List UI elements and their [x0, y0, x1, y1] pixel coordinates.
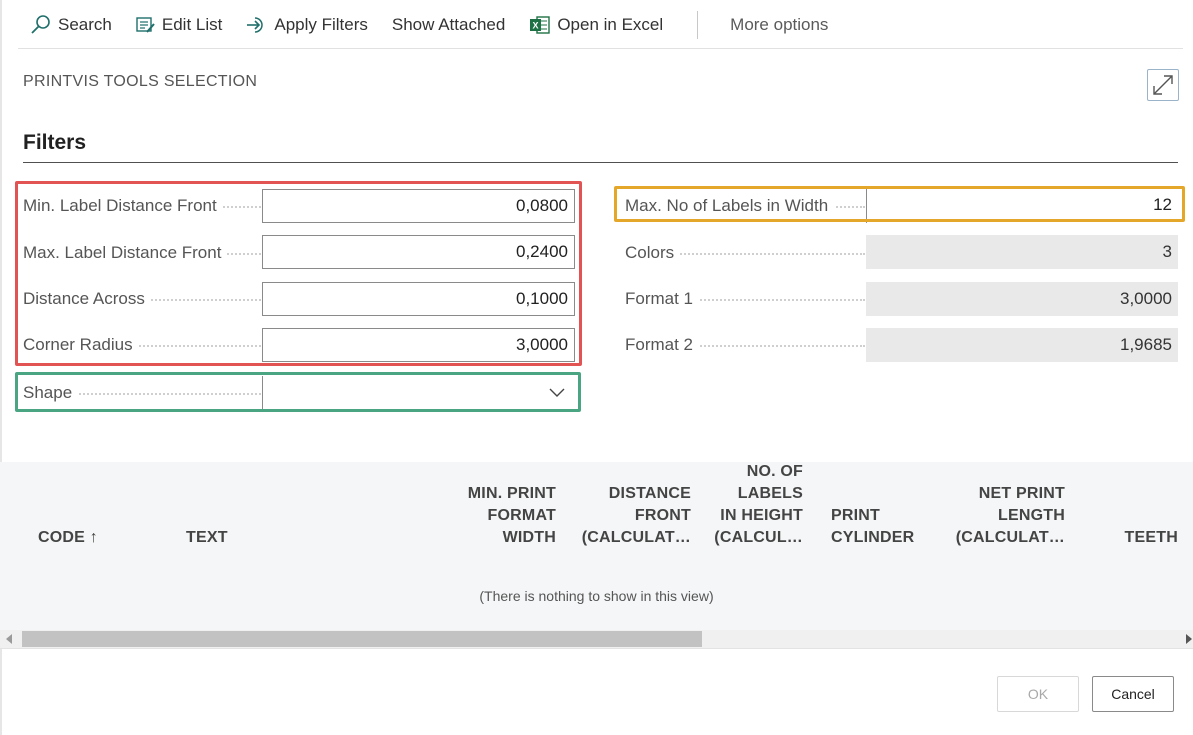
edit-list-action[interactable]: Edit List: [136, 7, 222, 43]
column-header-line: WIDTH: [502, 529, 556, 546]
open-in-excel-label: Open in Excel: [557, 15, 664, 34]
scrollbar-thumb[interactable]: [22, 631, 702, 647]
format1-row: Format 1: [625, 281, 865, 317]
search-icon: [31, 15, 50, 34]
filters-section-title: Filters: [23, 131, 87, 154]
search-label: Search: [58, 15, 112, 34]
open-in-excel-action[interactable]: X Open in Excel: [529, 7, 663, 43]
column-header-line: LABELS: [737, 485, 803, 502]
max-labels-width-label: Max. No of Labels in Width: [625, 196, 835, 216]
colors-value: 3: [866, 235, 1178, 269]
column-header-line: NO. OF: [746, 463, 803, 480]
apply-filters-icon: [247, 17, 264, 33]
toolbar-divider: [18, 48, 1183, 49]
colors-row: Colors: [625, 235, 865, 271]
column-code-label: CODE: [38, 529, 86, 546]
column-header-line: NET PRINT: [978, 485, 1065, 502]
column-header-line: CYLINDER: [831, 529, 915, 546]
toolbar-separator: [697, 11, 699, 39]
column-header-line: MIN. PRINT: [467, 485, 556, 502]
action-bar: Search Edit List Apply Filters Show Atta…: [0, 0, 1183, 50]
format2-label: Format 2: [625, 335, 700, 355]
min-label-distance-front-label: Min. Label Distance Front: [23, 196, 223, 216]
column-header-net-print-length[interactable]: NET PRINT LENGTH (CALCULAT…: [948, 483, 1065, 549]
format2-value: 1,9685: [866, 328, 1178, 362]
scroll-right-arrow-icon[interactable]: [1186, 634, 1192, 644]
svg-text:X: X: [533, 21, 539, 31]
shape-label: Shape: [23, 383, 79, 403]
expand-icon: [1153, 75, 1173, 95]
ok-button[interactable]: OK: [997, 676, 1079, 712]
more-options-action[interactable]: More options: [730, 7, 828, 43]
column-header-line: FORMAT: [487, 507, 556, 524]
colors-label: Colors: [625, 243, 681, 263]
show-attached-action[interactable]: Show Attached: [392, 7, 505, 43]
apply-filters-label: Apply Filters: [274, 15, 368, 34]
scroll-left-arrow-icon[interactable]: [6, 634, 12, 644]
column-header-teeth[interactable]: TEETH: [1100, 527, 1178, 549]
column-header-line: LENGTH: [998, 507, 1065, 524]
corner-radius-label: Corner Radius: [23, 335, 139, 355]
column-header-distance-front[interactable]: DISTANCE FRONT (CALCULAT…: [575, 483, 691, 549]
format1-label: Format 1: [625, 289, 700, 309]
search-action[interactable]: Search: [30, 7, 112, 43]
format2-row: Format 2: [625, 327, 865, 363]
highlight-box-green: [15, 372, 581, 412]
edit-list-icon: [136, 17, 155, 33]
column-header-line: DISTANCE: [608, 485, 691, 502]
format1-value: 3,0000: [866, 282, 1178, 316]
column-header-line: IN HEIGHT: [720, 507, 803, 524]
column-header-text[interactable]: TEXT: [186, 527, 228, 549]
column-header-line: PRINT: [831, 507, 880, 524]
empty-view-message: (There is nothing to show in this view): [479, 588, 714, 604]
column-header-line: FRONT: [634, 507, 691, 524]
column-header-line: (CALCUL…: [714, 529, 803, 546]
page-caption: PRINTVIS TOOLS SELECTION: [23, 73, 258, 90]
footer-divider: [0, 648, 1193, 649]
expand-button[interactable]: [1147, 69, 1179, 101]
edit-list-label: Edit List: [161, 15, 223, 34]
column-header-code[interactable]: CODE ↑: [38, 527, 98, 549]
max-label-distance-front-label: Max. Label Distance Front: [23, 243, 228, 263]
cancel-button[interactable]: Cancel: [1092, 676, 1174, 712]
column-header-print-cylinder[interactable]: PRINT CYLINDER: [831, 505, 914, 549]
column-header-min-print-format-width[interactable]: MIN. PRINT FORMAT WIDTH: [456, 483, 556, 549]
excel-icon: X: [530, 16, 551, 34]
column-header-line: (CALCULAT…: [581, 529, 691, 546]
show-attached-label: Show Attached: [391, 15, 506, 34]
filters-divider: [23, 162, 1178, 163]
column-header-line: (CALCULAT…: [955, 529, 1065, 546]
more-options-label: More options: [730, 15, 829, 34]
sort-ascending-icon: ↑: [89, 529, 98, 546]
column-header-labels-in-height[interactable]: NO. OF LABELS IN HEIGHT (CALCUL…: [705, 461, 803, 549]
apply-filters-action[interactable]: Apply Filters: [246, 7, 368, 43]
distance-across-label: Distance Across: [23, 289, 151, 309]
